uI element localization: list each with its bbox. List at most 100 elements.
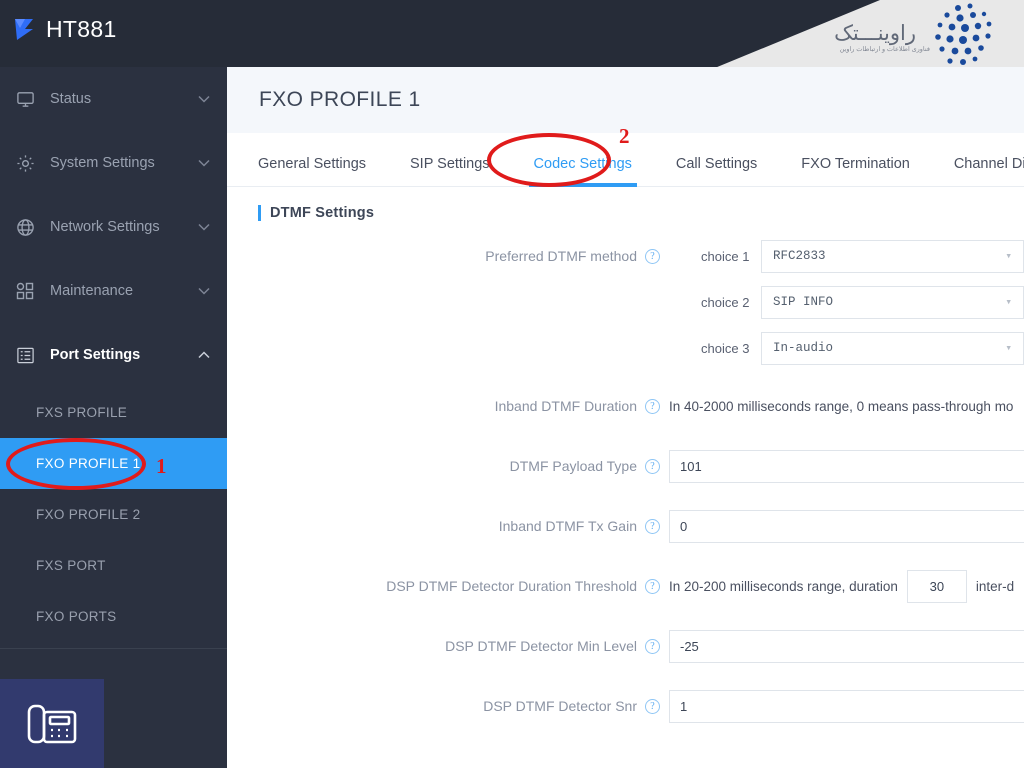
input-value: 101 xyxy=(680,458,702,474)
tab-codec-settings[interactable]: Codec Settings xyxy=(528,156,638,187)
chevron-down-icon: ▾ xyxy=(1005,297,1012,309)
main-content: FXO PROFILE 1 General Settings SIP Setti… xyxy=(227,67,1024,768)
form-label-preferred-dtmf: Preferred DTMF method xyxy=(485,248,637,264)
form-field: 0 xyxy=(669,509,1024,543)
tab-label: Codec Settings xyxy=(533,156,632,172)
tab-fxo-termination[interactable]: FXO Termination xyxy=(801,156,910,186)
sidebar-subnav: FXS PROFILE FXO PROFILE 1 FXO PROFILE 2 … xyxy=(0,387,227,649)
sidebar-item-fxo-ports[interactable]: FXO PORTS xyxy=(0,591,227,642)
form-label-dtmf-payload-type: DTMF Payload Type xyxy=(509,458,637,474)
sidebar-subitem-label: FXS PROFILE xyxy=(36,405,128,420)
input-inband-dtmf-tx-gain[interactable]: 0 xyxy=(669,509,1024,543)
form-row-preferred-dtmf-choice-1: Preferred DTMF method ? choice 1 RFC2833… xyxy=(227,233,1024,279)
sidebar: Status System Settings Network Settings … xyxy=(0,67,227,768)
form-field: 1 xyxy=(669,689,1024,723)
choice-tag: choice 1 xyxy=(701,248,750,264)
form-row-dsp-dtmf-detector-min-level: DSP DTMF Detector Min Level ? -25 xyxy=(227,623,1024,669)
sidebar-subitem-label: FXO PORTS xyxy=(36,609,117,624)
desk-phone-icon xyxy=(27,704,77,743)
input-dtmf-payload-type[interactable]: 101 xyxy=(669,449,1024,483)
sidebar-item-maintenance[interactable]: Maintenance xyxy=(0,259,227,323)
sidebar-item-network-settings[interactable]: Network Settings xyxy=(0,195,227,259)
form-row-dsp-dtmf-detector-snr: DSP DTMF Detector Snr ? 1 xyxy=(227,683,1024,729)
input-value: -25 xyxy=(680,638,699,654)
grid-squares-icon xyxy=(14,280,36,302)
form-field: 101 xyxy=(669,449,1024,483)
tab-sip-settings[interactable]: SIP Settings xyxy=(410,156,490,186)
sidebar-item-label: Maintenance xyxy=(50,283,134,299)
ports-list-icon xyxy=(14,344,36,366)
triangle-flag-logo-icon xyxy=(15,19,33,40)
choice-tag: choice 2 xyxy=(701,294,750,310)
page-title: FXO PROFILE 1 xyxy=(259,88,421,111)
input-value: 0 xyxy=(680,518,688,534)
sidebar-item-label: Network Settings xyxy=(50,219,160,235)
sidebar-item-fxs-port[interactable]: FXS PORT xyxy=(0,540,227,591)
sidebar-item-fxo-profile-1[interactable]: FXO PROFILE 1 xyxy=(0,438,227,489)
tab-general-settings[interactable]: General Settings xyxy=(258,156,366,186)
form-row-inband-dtmf-tx-gain: Inband DTMF Tx Gain ? 0 xyxy=(227,503,1024,549)
help-circle-icon[interactable]: ? xyxy=(645,638,660,654)
tab-label: General Settings xyxy=(258,156,367,172)
inline-note-before: In 20-200 milliseconds range, duration xyxy=(669,578,898,594)
section-header-dtmf-settings: DTMF Settings xyxy=(227,187,1024,221)
top-header: HT881 راوینـــتک فناوری اطلاعات و ارتباط… xyxy=(0,0,1024,67)
form-field: In 20-200 milliseconds range, duration 3… xyxy=(669,569,1024,603)
chevron-down-icon xyxy=(197,287,211,295)
select-dtmf-choice-1[interactable]: RFC2833 ▾ xyxy=(761,239,1024,273)
chevron-down-icon: ▾ xyxy=(1005,343,1012,355)
chevron-down-icon: ▾ xyxy=(1005,251,1012,263)
tab-label: Channel Dialing xyxy=(953,156,1024,172)
help-circle-icon[interactable]: ? xyxy=(645,698,660,714)
sidebar-item-port-settings[interactable]: Port Settings xyxy=(0,323,227,387)
sidebar-divider xyxy=(0,648,227,649)
brand[interactable]: HT881 xyxy=(14,17,117,41)
form-field: -25 xyxy=(669,629,1024,663)
help-circle-icon[interactable]: ? xyxy=(645,398,660,414)
tab-label: FXO Termination xyxy=(801,156,910,172)
input-value: 30 xyxy=(929,578,945,594)
chevron-down-icon xyxy=(197,159,211,167)
input-value: 1 xyxy=(680,698,688,714)
input-dsp-dtmf-detector-snr[interactable]: 1 xyxy=(669,689,1024,723)
tab-channel-dialing[interactable]: Channel Dialing xyxy=(954,156,1024,186)
tab-bar: General Settings SIP Settings Codec Sett… xyxy=(227,133,1024,187)
select-value: SIP INFO xyxy=(773,295,834,309)
help-circle-icon[interactable]: ? xyxy=(645,518,660,534)
sidebar-item-fxs-profile[interactable]: FXS PROFILE xyxy=(0,387,227,438)
select-dtmf-choice-3[interactable]: In-audio ▾ xyxy=(761,331,1024,365)
help-circle-icon[interactable]: ? xyxy=(645,248,660,264)
desk-phone-tile[interactable] xyxy=(0,679,104,768)
gear-icon xyxy=(14,152,36,174)
chevron-up-icon xyxy=(197,351,211,359)
form-label-inband-dtmf-tx-gain: Inband DTMF Tx Gain xyxy=(498,518,637,534)
section-title: DTMF Settings xyxy=(270,205,375,221)
brand-title: HT881 xyxy=(46,15,117,42)
watermark: راوینـــتک فناوری اطلاعات و ارتباطات راو… xyxy=(794,0,1024,67)
sidebar-item-status[interactable]: Status xyxy=(0,67,227,131)
tab-label: SIP Settings xyxy=(410,156,490,172)
input-dsp-dtmf-detector-min-level[interactable]: -25 xyxy=(669,629,1024,663)
tab-call-settings[interactable]: Call Settings xyxy=(676,156,757,186)
input-dsp-duration-threshold[interactable]: 30 xyxy=(906,569,967,603)
help-circle-icon[interactable]: ? xyxy=(645,458,660,474)
page-title-bar: FXO PROFILE 1 xyxy=(227,67,1024,133)
select-value: RFC2833 xyxy=(773,249,826,263)
help-circle-icon[interactable]: ? xyxy=(645,578,660,594)
select-dtmf-choice-2[interactable]: SIP INFO ▾ xyxy=(761,285,1024,319)
form-row-dsp-dtmf-detector-duration-threshold: DSP DTMF Detector Duration Threshold ? I… xyxy=(227,563,1024,609)
chevron-down-icon xyxy=(197,95,211,103)
dtmf-settings-form: Preferred DTMF method ? choice 1 RFC2833… xyxy=(227,221,1024,729)
sidebar-item-fxo-profile-2[interactable]: FXO PROFILE 2 xyxy=(0,489,227,540)
sidebar-item-label: Status xyxy=(50,91,92,107)
select-value: In-audio xyxy=(773,341,834,355)
form-row-preferred-dtmf-choice-3: ? choice 3 In-audio ▾ xyxy=(227,325,1024,371)
monitor-icon xyxy=(14,88,36,110)
section-accent-bar xyxy=(258,205,261,221)
sidebar-subitem-label: FXO PROFILE 1 xyxy=(36,456,141,471)
form-row-dtmf-payload-type: DTMF Payload Type ? 101 xyxy=(227,443,1024,489)
app-root: HT881 راوینـــتک فناوری اطلاعات و ارتباط… xyxy=(0,0,1024,768)
tab-label: Call Settings xyxy=(675,156,758,172)
sidebar-item-system-settings[interactable]: System Settings xyxy=(0,131,227,195)
form-field: In 40-2000 milliseconds range, 0 means p… xyxy=(669,399,1024,414)
